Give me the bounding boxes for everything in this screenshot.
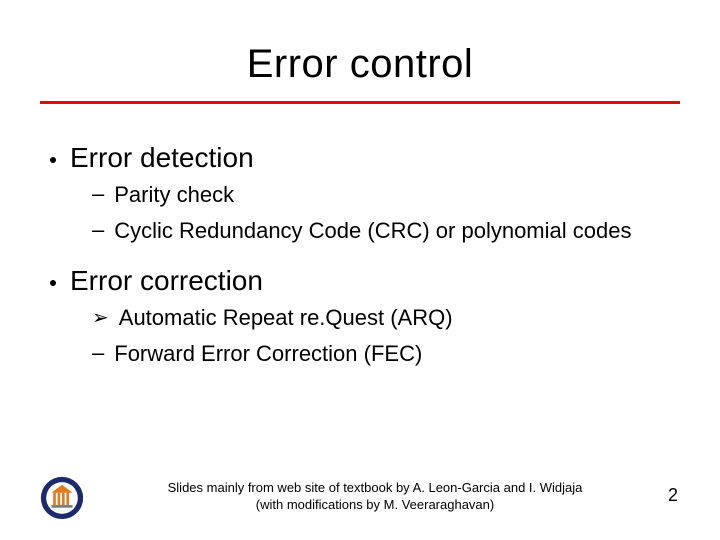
section-heading: Error correction bbox=[50, 265, 670, 297]
slide-body: Error detection – Parity check – Cyclic … bbox=[0, 104, 720, 369]
dash-icon: – bbox=[92, 216, 104, 245]
slide-footer: Slides mainly from web site of textbook … bbox=[0, 470, 720, 520]
slide: Error control Error detection – Parity c… bbox=[0, 0, 720, 540]
section-heading-text: Error detection bbox=[70, 142, 254, 174]
title-area: Error control bbox=[0, 0, 720, 104]
section-heading: Error detection bbox=[50, 142, 670, 174]
page-number: 2 bbox=[668, 485, 678, 506]
list-item: ➢ Automatic Repeat re.Quest (ARQ) bbox=[50, 303, 670, 333]
list-item: – Parity check bbox=[50, 180, 670, 210]
list-item: – Forward Error Correction (FEC) bbox=[50, 339, 670, 369]
attribution-line: (with modifications by M. Veeraraghavan) bbox=[120, 496, 630, 514]
attribution: Slides mainly from web site of textbook … bbox=[120, 479, 630, 514]
list-item-text: Parity check bbox=[114, 180, 234, 210]
arrow-icon: ➢ bbox=[92, 305, 109, 331]
list-item-text: Automatic Repeat re.Quest (ARQ) bbox=[119, 303, 453, 333]
bullet-dot-icon bbox=[50, 157, 56, 163]
list-item-text: Forward Error Correction (FEC) bbox=[114, 339, 422, 369]
list-item-text: Cyclic Redundancy Code (CRC) or polynomi… bbox=[114, 216, 631, 246]
section-heading-text: Error correction bbox=[70, 265, 263, 297]
list-item: – Cyclic Redundancy Code (CRC) or polyno… bbox=[50, 216, 670, 246]
dash-icon: – bbox=[92, 180, 104, 209]
dash-icon: – bbox=[92, 339, 104, 368]
bullet-dot-icon bbox=[50, 280, 56, 286]
attribution-line: Slides mainly from web site of textbook … bbox=[120, 479, 630, 497]
university-logo-icon bbox=[40, 476, 84, 520]
slide-title: Error control bbox=[0, 42, 720, 87]
